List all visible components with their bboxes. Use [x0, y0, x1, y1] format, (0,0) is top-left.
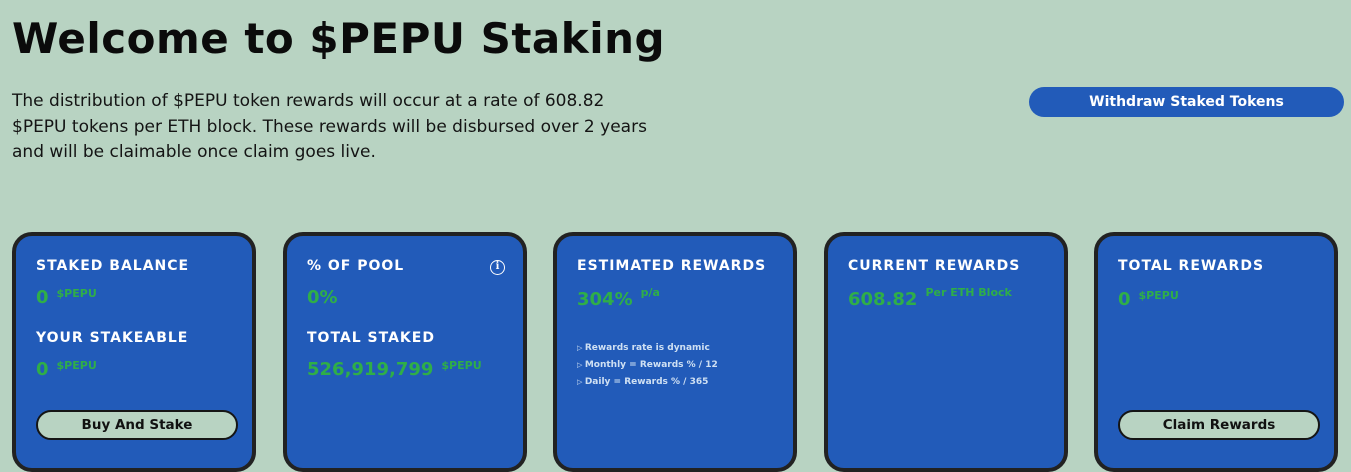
total-staked-value-row: 526,919,799 $PEPU: [307, 359, 482, 380]
current-rewards-value: 608.82: [848, 289, 918, 310]
stakeable-value-row: 0 $PEPU: [36, 359, 97, 380]
staked-balance-label: STAKED BALANCE: [36, 258, 190, 274]
total-rewards-label: TOTAL REWARDS: [1118, 258, 1265, 274]
info-icon[interactable]: i: [490, 260, 505, 275]
stakeable-value: 0: [36, 359, 49, 380]
stakeable-label: YOUR STAKEABLE: [36, 330, 189, 346]
pool-share-label: % OF POOL: [307, 258, 405, 274]
staked-balance-value-row: 0 $PEPU: [36, 287, 97, 308]
estimated-rewards-value: 304%: [577, 289, 633, 310]
buy-and-stake-button[interactable]: Buy And Stake: [36, 410, 238, 440]
pool-share-card: % OF POOL i 0% TOTAL STAKED 526,919,799 $…: [283, 232, 527, 472]
staked-balance-value: 0: [36, 287, 49, 308]
stakeable-unit: $PEPU: [56, 359, 97, 372]
current-rewards-label: CURRENT REWARDS: [848, 258, 1021, 274]
total-rewards-value: 0: [1118, 289, 1131, 310]
total-staked-label: TOTAL STAKED: [307, 330, 435, 346]
rewards-note: Rewards rate is dynamic: [577, 340, 718, 357]
total-staked-unit: $PEPU: [441, 359, 482, 372]
claim-rewards-button[interactable]: Claim Rewards: [1118, 410, 1320, 440]
estimated-rewards-label: ESTIMATED REWARDS: [577, 258, 767, 274]
current-rewards-card: CURRENT REWARDS 608.82 Per ETH Block: [824, 232, 1068, 472]
rewards-note: Daily = Rewards % / 365: [577, 374, 718, 391]
page-title: Welcome to $PEPU Staking: [12, 14, 666, 63]
estimated-rewards-card: ESTIMATED REWARDS 304% p/a Rewards rate i…: [553, 232, 797, 472]
current-rewards-value-row: 608.82 Per ETH Block: [848, 286, 1012, 310]
pool-share-value: 0%: [307, 287, 338, 308]
total-rewards-card: TOTAL REWARDS 0 $PEPU Claim Rewards: [1094, 232, 1338, 472]
total-staked-value: 526,919,799: [307, 359, 434, 380]
withdraw-staked-tokens-button[interactable]: Withdraw Staked Tokens: [1029, 87, 1344, 117]
total-rewards-unit: $PEPU: [1138, 289, 1179, 302]
rewards-notes-list: Rewards rate is dynamic Monthly = Reward…: [577, 340, 718, 391]
current-rewards-unit: Per ETH Block: [925, 286, 1012, 299]
staked-balance-card: STAKED BALANCE 0 $PEPU YOUR STAKEABLE 0 $P…: [12, 232, 256, 472]
total-rewards-value-row: 0 $PEPU: [1118, 289, 1179, 310]
estimated-rewards-value-row: 304% p/a: [577, 286, 660, 310]
staked-balance-unit: $PEPU: [56, 287, 97, 300]
rewards-note: Monthly = Rewards % / 12: [577, 357, 718, 374]
estimated-rewards-unit: p/a: [640, 286, 660, 299]
page-description: The distribution of $PEPU token rewards …: [12, 91, 647, 162]
